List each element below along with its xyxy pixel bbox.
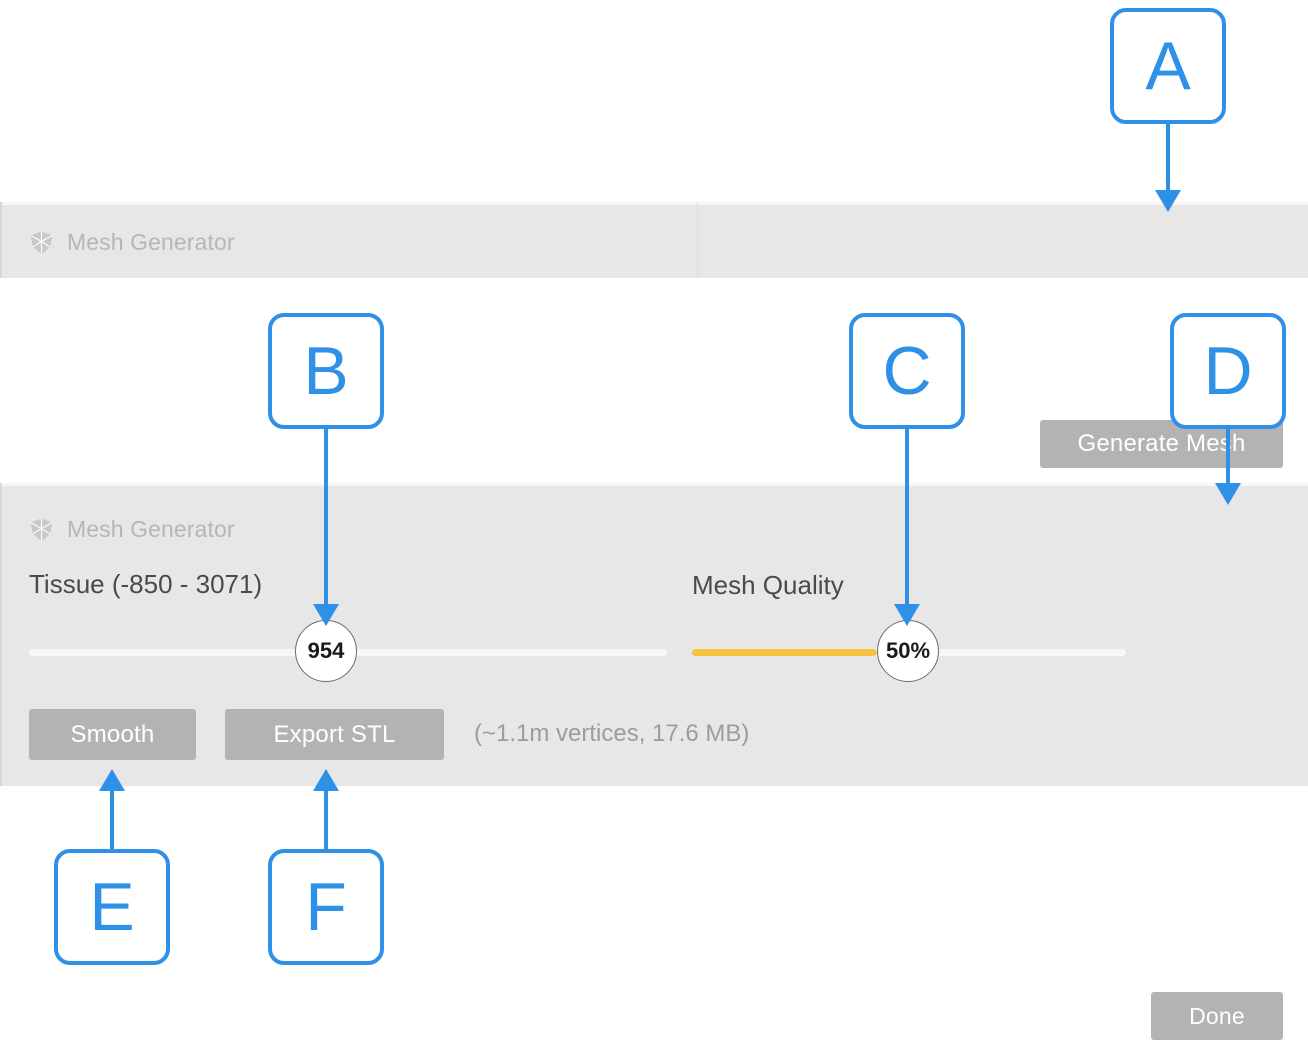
quality-slider[interactable]: 50%	[692, 620, 1126, 684]
panel-top-hairline	[0, 483, 1308, 486]
panel-one-header: Mesh Generator	[29, 229, 235, 256]
callout-a-box: A	[1110, 8, 1226, 124]
smooth-button[interactable]: Smooth	[29, 709, 196, 760]
mesh-cube-icon	[29, 230, 54, 256]
callout-c-line	[905, 429, 909, 606]
callout-e-line	[110, 790, 114, 850]
panel-vertical-divider	[697, 202, 698, 278]
callout-c-box: C	[849, 313, 965, 429]
mesh-stats-text: (~1.1m vertices, 17.6 MB)	[474, 720, 750, 747]
callout-a-line	[1166, 124, 1170, 192]
callout-f-box: F	[268, 849, 384, 965]
panel-two-title: Mesh Generator	[67, 516, 235, 542]
tissue-slider-handle[interactable]: 954	[295, 620, 357, 682]
mesh-cube-icon	[29, 517, 54, 543]
callout-b-box: B	[268, 313, 384, 429]
callout-a-arrow	[1155, 190, 1181, 212]
callout-c-arrow	[894, 604, 920, 626]
done-button[interactable]: Done	[1151, 992, 1283, 1040]
callout-d-arrow	[1215, 483, 1241, 505]
quality-slider-fill	[692, 649, 877, 656]
tissue-slider[interactable]: 954	[29, 620, 667, 684]
callout-b-line	[324, 429, 328, 606]
callout-d-box: D	[1170, 313, 1286, 429]
panel-two-header: Mesh Generator	[29, 516, 235, 543]
panel-left-edge	[0, 202, 2, 278]
export-stl-button[interactable]: Export STL	[225, 709, 444, 760]
panel-one-title: Mesh Generator	[67, 229, 235, 255]
callout-b-arrow	[313, 604, 339, 626]
panel-left-edge	[0, 483, 2, 786]
callout-d-line	[1226, 429, 1230, 485]
quality-slider-handle[interactable]: 50%	[877, 620, 939, 682]
callout-e-box: E	[54, 849, 170, 965]
mesh-generator-panel-collapsed: Mesh Generator Generate Mesh	[0, 202, 1308, 468]
callout-e-arrow	[99, 769, 125, 791]
mesh-quality-label: Mesh Quality	[692, 570, 844, 600]
panel-top-hairline	[0, 202, 1308, 205]
tissue-range-label: Tissue (-850 - 3071)	[29, 569, 263, 599]
callout-f-line	[324, 790, 328, 850]
callout-f-arrow	[313, 769, 339, 791]
